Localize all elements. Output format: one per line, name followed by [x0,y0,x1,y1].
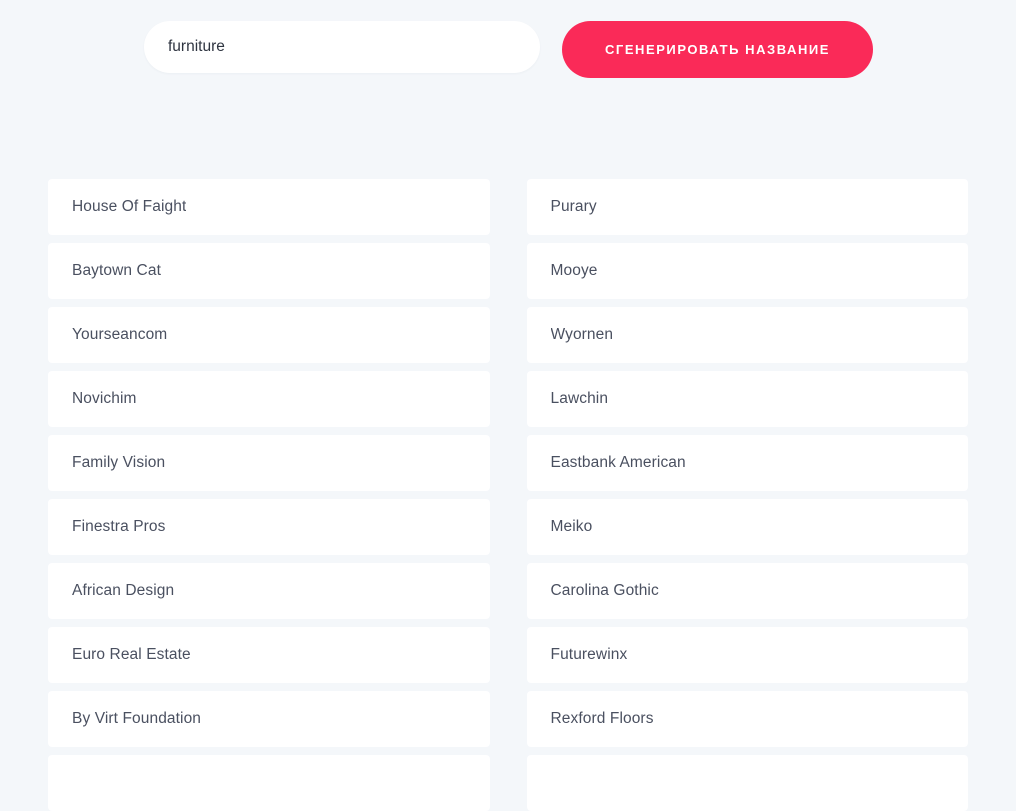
name-card-label: Baytown Cat [72,262,161,279]
name-card-label: Yourseancom [72,326,168,343]
name-card[interactable]: Rexford Floors [526,691,968,747]
name-card[interactable]: Mooye [526,243,968,299]
name-card[interactable]: Finestra Pros [48,499,490,555]
keyword-input[interactable] [144,21,540,73]
generator-toolbar: СГЕНЕРИРОВАТЬ НАЗВАНИЕ [0,0,1016,100]
name-card[interactable]: Yourseancom [48,307,490,363]
name-card[interactable]: Carolina Gothic [526,563,968,619]
name-card[interactable]: Wyornen [526,307,968,363]
name-card-label: African Design [72,582,175,599]
name-card-label: House Of Faight [72,198,187,215]
name-card-label: Novichim [72,390,137,407]
name-card[interactable]: By Virt Foundation [48,691,490,747]
name-card-label: Futurewinx [550,646,628,663]
name-card[interactable] [48,755,490,811]
results-column-left: House Of Faight Baytown Cat Yourseancom Nov… [48,179,490,811]
name-card-label: Euro Real Estate [72,646,191,663]
name-card-label: Meiko [550,518,593,535]
name-card[interactable]: Eastbank American [526,435,968,491]
generate-name-button[interactable]: СГЕНЕРИРОВАТЬ НАЗВАНИЕ [562,21,873,78]
name-card[interactable]: African Design [48,563,490,619]
name-card[interactable]: Family Vision [48,435,490,491]
name-card-label: Carolina Gothic [550,582,659,599]
name-card[interactable]: Lawchin [526,371,968,427]
name-card[interactable]: Novichim [48,371,490,427]
name-generator-page: СГЕНЕРИРОВАТЬ НАЗВАНИЕ House Of Faight Ba… [0,0,1016,811]
results-grid: House Of Faight Baytown Cat Yourseancom Nov… [48,179,968,811]
name-card[interactable]: House Of Faight [48,179,490,235]
name-card-label: Lawchin [550,390,609,407]
results-column-right: Purary Mooye Wyornen Lawchin Eastbank Americ… [526,179,968,811]
name-card[interactable] [526,755,968,811]
name-card-label: Purary [550,198,597,215]
name-card[interactable]: Baytown Cat [48,243,490,299]
name-card[interactable]: Euro Real Estate [48,627,490,683]
name-card[interactable]: Meiko [526,499,968,555]
name-card-label: Family Vision [72,454,166,471]
name-card[interactable]: Purary [526,179,968,235]
name-card-label: By Virt Foundation [72,710,202,727]
name-card-label: Rexford Floors [550,710,654,727]
name-card-label: Finestra Pros [72,518,166,535]
name-card-label: Wyornen [550,326,614,343]
name-card-label: Eastbank American [550,454,686,471]
name-card[interactable]: Futurewinx [526,627,968,683]
name-card-label: Mooye [550,262,598,279]
